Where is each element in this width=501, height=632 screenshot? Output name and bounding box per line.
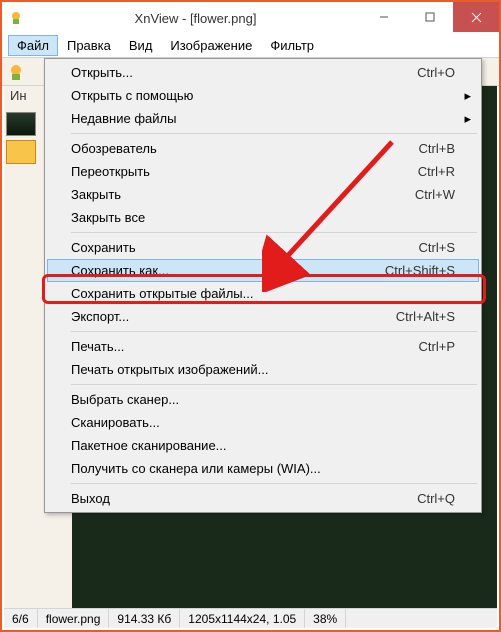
menu-item-export[interactable]: Экспорт... Ctrl+Alt+S <box>47 305 479 328</box>
window-title: XnView - [flower.png] <box>30 11 361 26</box>
menu-separator <box>71 483 477 484</box>
menu-view[interactable]: Вид <box>120 35 162 56</box>
menu-item-save-as[interactable]: Сохранить как... Ctrl+Shift+S <box>47 259 479 282</box>
menu-item-recent-files[interactable]: Недавние файлы ▸ <box>47 107 479 130</box>
app-icon <box>8 10 24 26</box>
status-bar: 6/6 flower.png 914.33 Кб 1205x1144x24, 1… <box>4 608 497 628</box>
menu-file[interactable]: Файл <box>8 35 58 56</box>
menu-item-batch-scan[interactable]: Пакетное сканирование... <box>47 434 479 457</box>
menu-image[interactable]: Изображение <box>161 35 261 56</box>
menu-filter[interactable]: Фильтр <box>261 35 323 56</box>
menu-item-print-open-images[interactable]: Печать открытых изображений... <box>47 358 479 381</box>
close-button[interactable] <box>453 2 499 32</box>
menu-separator <box>71 331 477 332</box>
minimize-button[interactable] <box>361 2 407 32</box>
menu-item-open-with[interactable]: Открыть с помощью ▸ <box>47 84 479 107</box>
menu-bar: Файл Правка Вид Изображение Фильтр <box>2 34 499 58</box>
status-page: 6/6 <box>4 609 38 628</box>
menu-item-close-all[interactable]: Закрыть все <box>47 206 479 229</box>
menu-item-open[interactable]: Открыть... Ctrl+O <box>47 61 479 84</box>
maximize-button[interactable] <box>407 2 453 32</box>
status-zoom: 38% <box>305 609 346 628</box>
menu-separator <box>71 384 477 385</box>
thumbnail-image[interactable] <box>6 112 36 136</box>
status-filename: flower.png <box>38 609 110 628</box>
chevron-right-icon: ▸ <box>464 111 471 127</box>
menu-separator <box>71 232 477 233</box>
menu-item-save-open-files[interactable]: Сохранить открытые файлы... <box>47 282 479 305</box>
panel-label: Ин <box>4 88 38 103</box>
menu-item-browser[interactable]: Обозреватель Ctrl+B <box>47 137 479 160</box>
toolbar-app-icon <box>6 62 26 82</box>
menu-edit[interactable]: Правка <box>58 35 120 56</box>
window-controls <box>361 2 499 34</box>
menu-separator <box>71 133 477 134</box>
menu-item-close[interactable]: Закрыть Ctrl+W <box>47 183 479 206</box>
thumbnail-strip <box>6 112 40 168</box>
chevron-right-icon: ▸ <box>464 88 471 104</box>
status-filesize: 914.33 Кб <box>109 609 180 628</box>
status-dimensions: 1205x1144x24, 1.05 <box>180 609 305 628</box>
file-menu-dropdown: Открыть... Ctrl+O Открыть с помощью ▸ Не… <box>44 58 482 513</box>
menu-item-exit[interactable]: Выход Ctrl+Q <box>47 487 479 510</box>
menu-item-wia-acquire[interactable]: Получить со сканера или камеры (WIA)... <box>47 457 479 480</box>
menu-item-print[interactable]: Печать... Ctrl+P <box>47 335 479 358</box>
thumbnail-folder[interactable] <box>6 140 36 164</box>
menu-item-select-scanner[interactable]: Выбрать сканер... <box>47 388 479 411</box>
menu-item-scan[interactable]: Сканировать... <box>47 411 479 434</box>
menu-item-reopen[interactable]: Переоткрыть Ctrl+R <box>47 160 479 183</box>
menu-item-save[interactable]: Сохранить Ctrl+S <box>47 236 479 259</box>
title-bar: XnView - [flower.png] <box>2 2 499 34</box>
